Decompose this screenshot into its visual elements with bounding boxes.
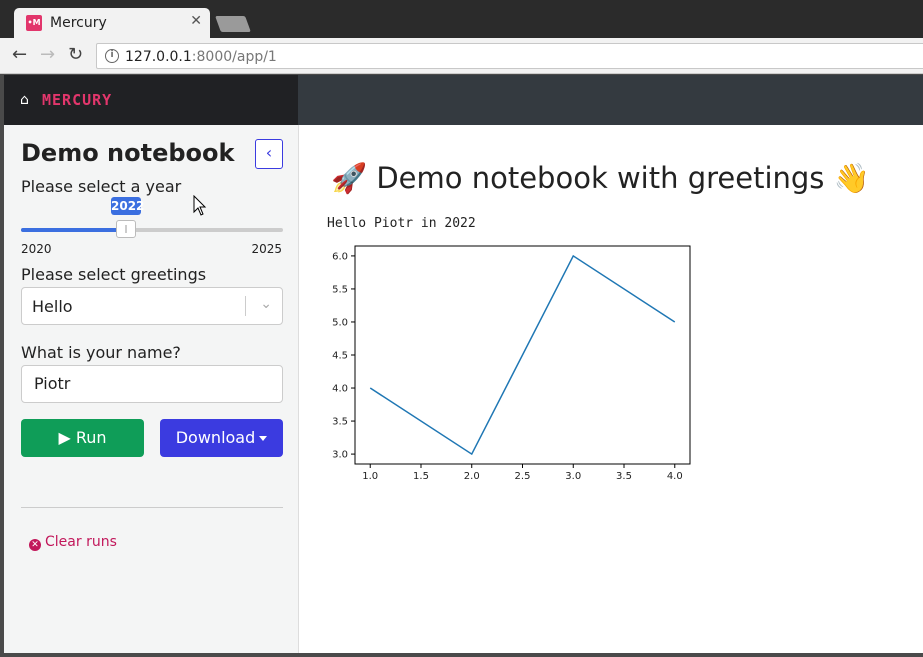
x-tick-label-0: 1.0 bbox=[362, 471, 378, 482]
mouse-cursor-icon bbox=[193, 195, 207, 216]
browser-tab[interactable]: •M Mercury ✕ bbox=[14, 8, 210, 38]
year-slider-handle[interactable] bbox=[116, 220, 136, 238]
chevron-down-icon[interactable]: ⌄ bbox=[260, 296, 272, 312]
name-label: What is your name? bbox=[21, 343, 181, 362]
address-bar[interactable]: i 127.0.0.1:8000/app/1 bbox=[96, 43, 923, 69]
greetings-select-value: Hello bbox=[32, 297, 73, 316]
page-title: 🚀 Demo notebook with greetings 👋 bbox=[331, 161, 870, 195]
notebook-title: Demo notebook bbox=[21, 139, 235, 167]
y-tick-label-1: 3.5 bbox=[332, 417, 348, 428]
name-input[interactable]: Piotr bbox=[21, 365, 283, 403]
browser-tabstrip: •M Mercury ✕ bbox=[0, 0, 923, 38]
url-text: 127.0.0.1:8000/app/1 bbox=[125, 49, 277, 65]
x-tick-label-6: 4.0 bbox=[667, 471, 683, 482]
tab-title: Mercury bbox=[50, 15, 107, 31]
clear-runs-link[interactable]: ✕ Clear runs bbox=[29, 534, 117, 551]
year-slider-fill bbox=[21, 228, 126, 232]
y-tick-label-0: 3.0 bbox=[332, 450, 348, 461]
forward-arrow-icon[interactable]: → bbox=[40, 44, 55, 65]
year-label: Please select a year bbox=[21, 177, 182, 196]
x-tick-label-3: 2.5 bbox=[515, 471, 531, 482]
url-host: 127.0.0.1 bbox=[125, 49, 192, 65]
top-navbar: ⌂ MERCURY bbox=[4, 75, 923, 125]
chevron-left-icon: ‹ bbox=[265, 143, 273, 162]
y-tick-label-5: 5.5 bbox=[332, 284, 348, 295]
reload-icon[interactable]: ↻ bbox=[68, 44, 83, 65]
home-icon[interactable]: ⌂ bbox=[20, 92, 29, 108]
main-content: 🚀 Demo notebook with greetings 👋 Hello P… bbox=[299, 125, 923, 653]
new-tab-button[interactable] bbox=[215, 16, 251, 32]
greetings-label: Please select greetings bbox=[21, 265, 207, 284]
mercury-app: ⌂ MERCURY Demo notebook ‹ Please select … bbox=[4, 75, 923, 653]
y-tick-label-4: 5.0 bbox=[332, 317, 348, 328]
url-path: :8000/app/1 bbox=[191, 49, 277, 65]
x-tick-label-2: 2.0 bbox=[464, 471, 480, 482]
play-icon: ▶ bbox=[58, 428, 71, 447]
select-separator bbox=[245, 296, 246, 316]
y-tick-label-6: 6.0 bbox=[332, 251, 348, 262]
browser-toolbar: ← → ↻ i 127.0.0.1:8000/app/1 bbox=[0, 38, 923, 74]
year-slider-tooltip: 2022 bbox=[111, 197, 145, 215]
year-slider-track[interactable] bbox=[21, 228, 283, 232]
collapse-sidebar-button[interactable]: ‹ bbox=[255, 139, 283, 169]
y-tick-label-2: 4.0 bbox=[332, 384, 348, 395]
sidebar: Demo notebook ‹ Please select a year 202… bbox=[4, 125, 299, 653]
mercury-favicon-icon: •M bbox=[26, 15, 42, 31]
year-slider-min: 2020 bbox=[21, 242, 52, 256]
back-arrow-icon[interactable]: ← bbox=[12, 44, 27, 65]
info-icon[interactable]: i bbox=[105, 49, 119, 63]
download-button[interactable]: Download bbox=[160, 419, 283, 457]
year-slider-max: 2025 bbox=[251, 242, 282, 256]
greeting-output: Hello Piotr in 2022 bbox=[327, 216, 476, 231]
series-line-0 bbox=[369, 254, 676, 456]
line-chart: 1.0 1.5 2.0 2.5 3.0 3.5 4.0 3.0 3.5 4.0 4.5 5.0 5.5 6… bbox=[332, 245, 691, 482]
divider bbox=[21, 507, 283, 508]
x-tick-label-1: 1.5 bbox=[413, 471, 429, 482]
x-tick-label-5: 3.5 bbox=[616, 471, 632, 482]
clear-icon: ✕ bbox=[29, 539, 41, 551]
greetings-select[interactable]: Hello ⌄ bbox=[21, 287, 283, 325]
y-tick-label-3: 4.5 bbox=[332, 351, 348, 362]
x-tick-label-4: 3.0 bbox=[565, 471, 581, 482]
brand-logo[interactable]: MERCURY bbox=[42, 91, 112, 109]
run-button[interactable]: ▶ Run bbox=[21, 419, 144, 457]
tab-close-icon[interactable]: ✕ bbox=[190, 13, 202, 29]
brand-area: ⌂ MERCURY bbox=[4, 75, 298, 125]
run-button-label: Run bbox=[75, 428, 107, 447]
caret-down-icon bbox=[259, 436, 268, 441]
clear-runs-label: Clear runs bbox=[45, 534, 117, 550]
download-button-label: Download bbox=[175, 428, 256, 447]
